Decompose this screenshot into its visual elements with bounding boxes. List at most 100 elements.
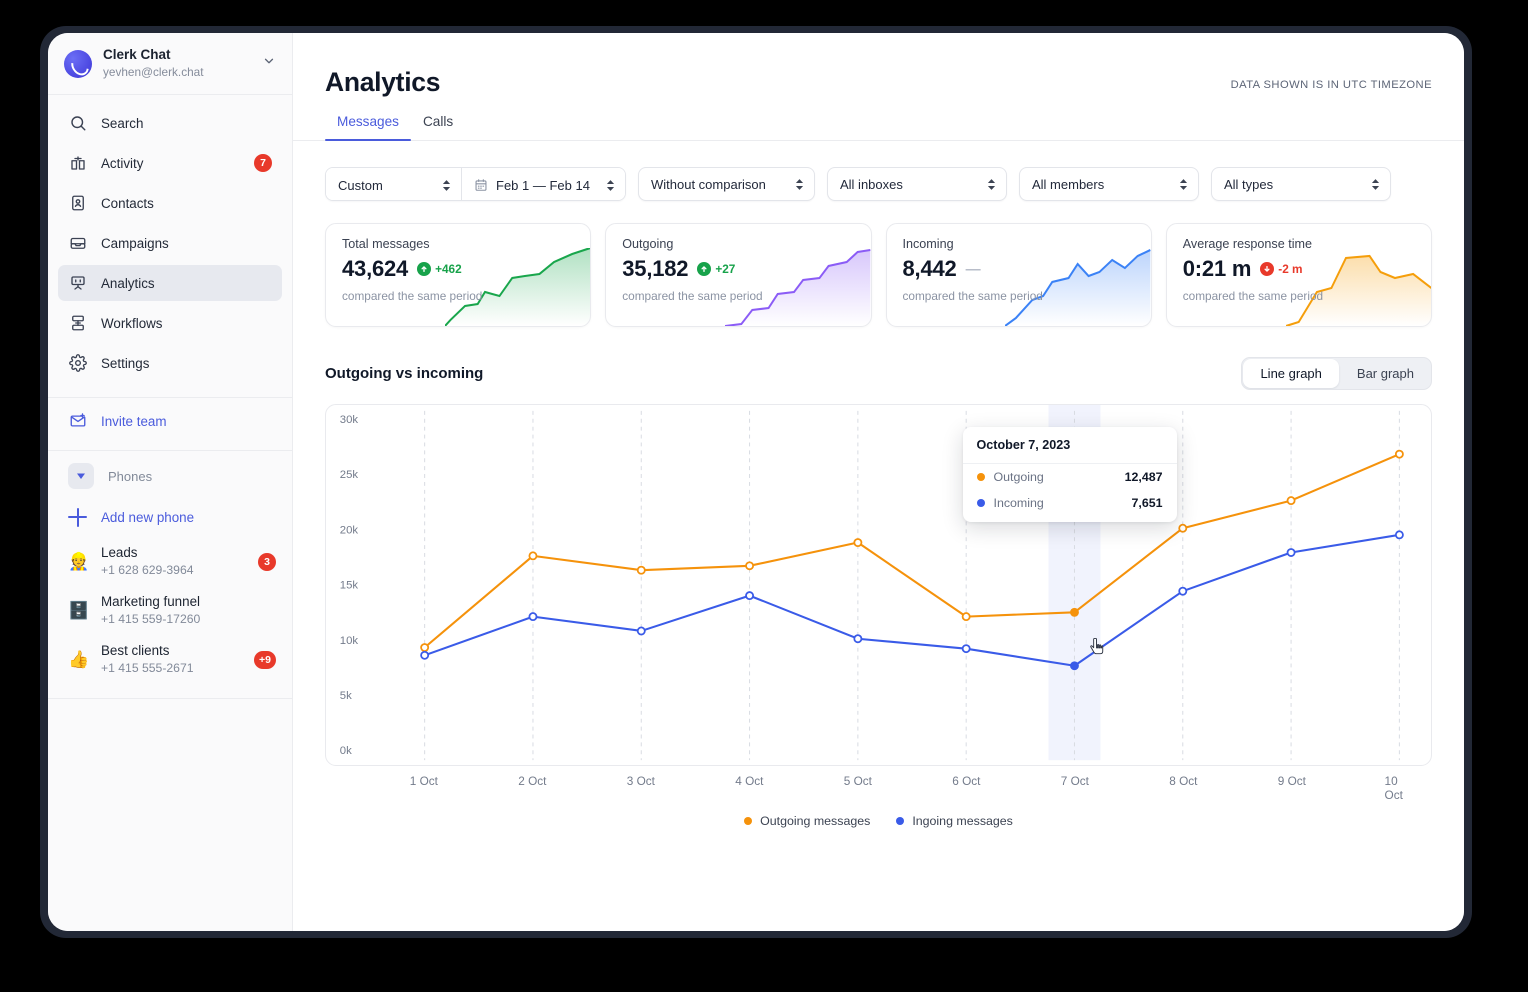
line-chart-svg: 0k 5k 10k 15k 20k 25k 30k xyxy=(340,405,1404,761)
phone-item-text: Marketing funnel +1 415 559-17260 xyxy=(101,593,276,628)
legend-item-ingoing[interactable]: Ingoing messages xyxy=(896,814,1013,828)
account-switcher[interactable]: Clerk Chat yevhen@clerk.chat xyxy=(48,33,292,95)
sidebar-item-label: Campaigns xyxy=(101,235,169,251)
tooltip-row-outgoing: Outgoing 12,487 xyxy=(963,464,1177,490)
phone-list-item[interactable]: 🗄️ Marketing funnel +1 415 559-17260 xyxy=(48,586,292,635)
chart-plot-area[interactable]: 0k 5k 10k 15k 20k 25k 30k October 7, 2023 Outg… xyxy=(325,404,1432,766)
metric-value-row: 43,624 +462 xyxy=(326,251,590,282)
phone-list-item[interactable]: 👍 Best clients +1 415 555-2671 +9 xyxy=(48,635,292,684)
inboxes-select[interactable]: All inboxes xyxy=(827,167,1007,201)
metric-subtitle: compared the same period xyxy=(1182,289,1324,303)
mail-plus-icon xyxy=(68,412,87,431)
arrow-up-icon xyxy=(417,262,432,276)
chart-title: Outgoing vs incoming xyxy=(325,365,484,382)
arrow-up-icon xyxy=(697,262,712,276)
sidebar-item-contacts[interactable]: Contacts xyxy=(58,185,282,221)
phone-item-badge: +9 xyxy=(254,650,276,669)
legend-outgoing-dot-icon xyxy=(744,817,753,825)
best-clients-emoji-icon: 👍 xyxy=(68,650,90,669)
clerk-chat-logo-icon xyxy=(64,49,92,78)
types-select[interactable]: All types xyxy=(1211,167,1391,201)
sidebar-item-label: Analytics xyxy=(101,275,155,291)
legend-item-outgoing[interactable]: Outgoing messages xyxy=(744,814,870,828)
page-header: Analytics DATA SHOWN IS IN UTC TIMEZONE xyxy=(293,33,1464,98)
account-name: Clerk Chat xyxy=(103,47,171,62)
date-filter-group: Custom Feb 1 — Feb 14 xyxy=(325,167,626,201)
comparison-select[interactable]: Without comparison xyxy=(638,167,815,201)
chevron-updown-icon xyxy=(986,178,996,191)
chevron-down-icon[interactable] xyxy=(262,54,278,73)
sidebar-item-campaigns[interactable]: Campaigns xyxy=(58,225,282,261)
metric-delta-label: -2 m xyxy=(1278,262,1303,276)
plus-icon xyxy=(68,507,87,527)
arrow-down-icon xyxy=(1260,262,1275,276)
toggle-line-graph[interactable]: Line graph xyxy=(1243,359,1339,388)
metric-delta: — xyxy=(965,260,981,278)
inbox-icon xyxy=(68,154,87,173)
metric-title: Total messages xyxy=(342,237,430,251)
metric-value: 0:21 m xyxy=(1182,256,1252,281)
metric-delta: +27 xyxy=(697,262,735,276)
main-content: Analytics DATA SHOWN IS IN UTC TIMEZONE … xyxy=(293,33,1464,931)
x-axis-label: 4 Oct xyxy=(735,774,764,788)
phone-chevron-icon xyxy=(68,463,94,489)
members-select[interactable]: All members xyxy=(1019,167,1199,201)
toggle-bar-graph[interactable]: Bar graph xyxy=(1340,358,1431,389)
range-preset-select[interactable]: Custom xyxy=(326,168,461,200)
metric-title: Incoming xyxy=(902,237,954,251)
tooltip-series-name: Outgoing xyxy=(993,470,1044,484)
marketing-funnel-emoji-icon: 🗄️ xyxy=(68,601,90,620)
sidebar-item-workflows[interactable]: Workflows xyxy=(58,305,282,341)
tooltip-series-name: Incoming xyxy=(993,496,1044,510)
chart-tooltip: October 7, 2023 Outgoing 12,487 Incoming… xyxy=(962,427,1177,522)
sidebar-item-label: Settings xyxy=(101,355,150,371)
campaign-icon xyxy=(68,234,87,253)
metric-value-row: 8,442 — xyxy=(887,251,1151,282)
svg-text:5k: 5k xyxy=(340,690,352,702)
x-axis-label: 7 Oct xyxy=(1060,774,1089,788)
phone-item-name: Best clients xyxy=(101,643,170,658)
sidebar-item-label: Search xyxy=(101,115,144,131)
phone-item-name: Marketing funnel xyxy=(101,594,200,609)
svg-text:10k: 10k xyxy=(340,635,359,647)
metric-value-row: 0:21 m -2 m xyxy=(1167,251,1431,282)
analytics-icon xyxy=(68,274,87,293)
phone-item-badge: 3 xyxy=(258,552,276,571)
comparison-value: Without comparison xyxy=(651,176,766,192)
phone-item-text: Best clients +1 415 555-2671 xyxy=(101,642,241,677)
invite-team-label: Invite team xyxy=(101,413,167,429)
metric-subtitle: compared the same period xyxy=(622,289,763,303)
metric-card-outgoing: Outgoing 35,182 +27 compared the same pe… xyxy=(605,223,872,327)
date-range-select[interactable]: Feb 1 — Feb 14 xyxy=(461,168,625,200)
chevron-updown-icon xyxy=(1178,178,1188,191)
invite-team-button[interactable]: Invite team xyxy=(48,398,292,444)
svg-text:15k: 15k xyxy=(340,580,359,592)
chart-x-axis: 1 Oct 2 Oct 3 Oct 4 Oct 5 Oct 6 Oct 7 Oct 8 Oct… xyxy=(325,774,1432,802)
chart-legend: Outgoing messages Ingoing messages xyxy=(293,814,1464,828)
gear-icon xyxy=(68,354,87,373)
phone-list-item[interactable]: 👷 Leads +1 628 629-3964 3 xyxy=(48,537,292,586)
metric-value: 43,624 xyxy=(342,256,409,281)
tab-bar: Messages Calls xyxy=(293,114,1464,141)
sidebar-item-activity[interactable]: Activity 7 xyxy=(58,145,282,181)
add-new-phone-button[interactable]: Add new phone xyxy=(48,497,292,537)
tooltip-date: October 7, 2023 xyxy=(962,427,1177,464)
page-title: Analytics xyxy=(325,67,441,97)
sidebar-item-analytics[interactable]: Analytics xyxy=(58,265,282,301)
chevron-updown-icon xyxy=(1370,178,1380,191)
tooltip-row-incoming: Incoming 7,651 xyxy=(963,490,1177,522)
tab-calls[interactable]: Calls xyxy=(411,114,465,140)
sidebar-item-settings[interactable]: Settings xyxy=(58,345,282,381)
screen-root: Clerk Chat yevhen@clerk.chat Search Acti… xyxy=(0,0,1528,992)
tab-messages[interactable]: Messages xyxy=(325,114,411,141)
metric-subtitle: compared the same period xyxy=(342,289,483,303)
phones-section-header[interactable]: Phones xyxy=(48,455,292,497)
metric-delta-label: +462 xyxy=(435,262,462,276)
types-value: All types xyxy=(1224,176,1274,192)
metric-delta: -2 m xyxy=(1260,262,1303,276)
account-email: yevhen@clerk.chat xyxy=(103,65,204,79)
metric-title: Outgoing xyxy=(622,237,674,251)
sidebar-item-search[interactable]: Search xyxy=(58,105,282,141)
metric-subtitle: compared the same period xyxy=(902,289,1043,303)
metric-delta-label: +27 xyxy=(715,262,736,276)
